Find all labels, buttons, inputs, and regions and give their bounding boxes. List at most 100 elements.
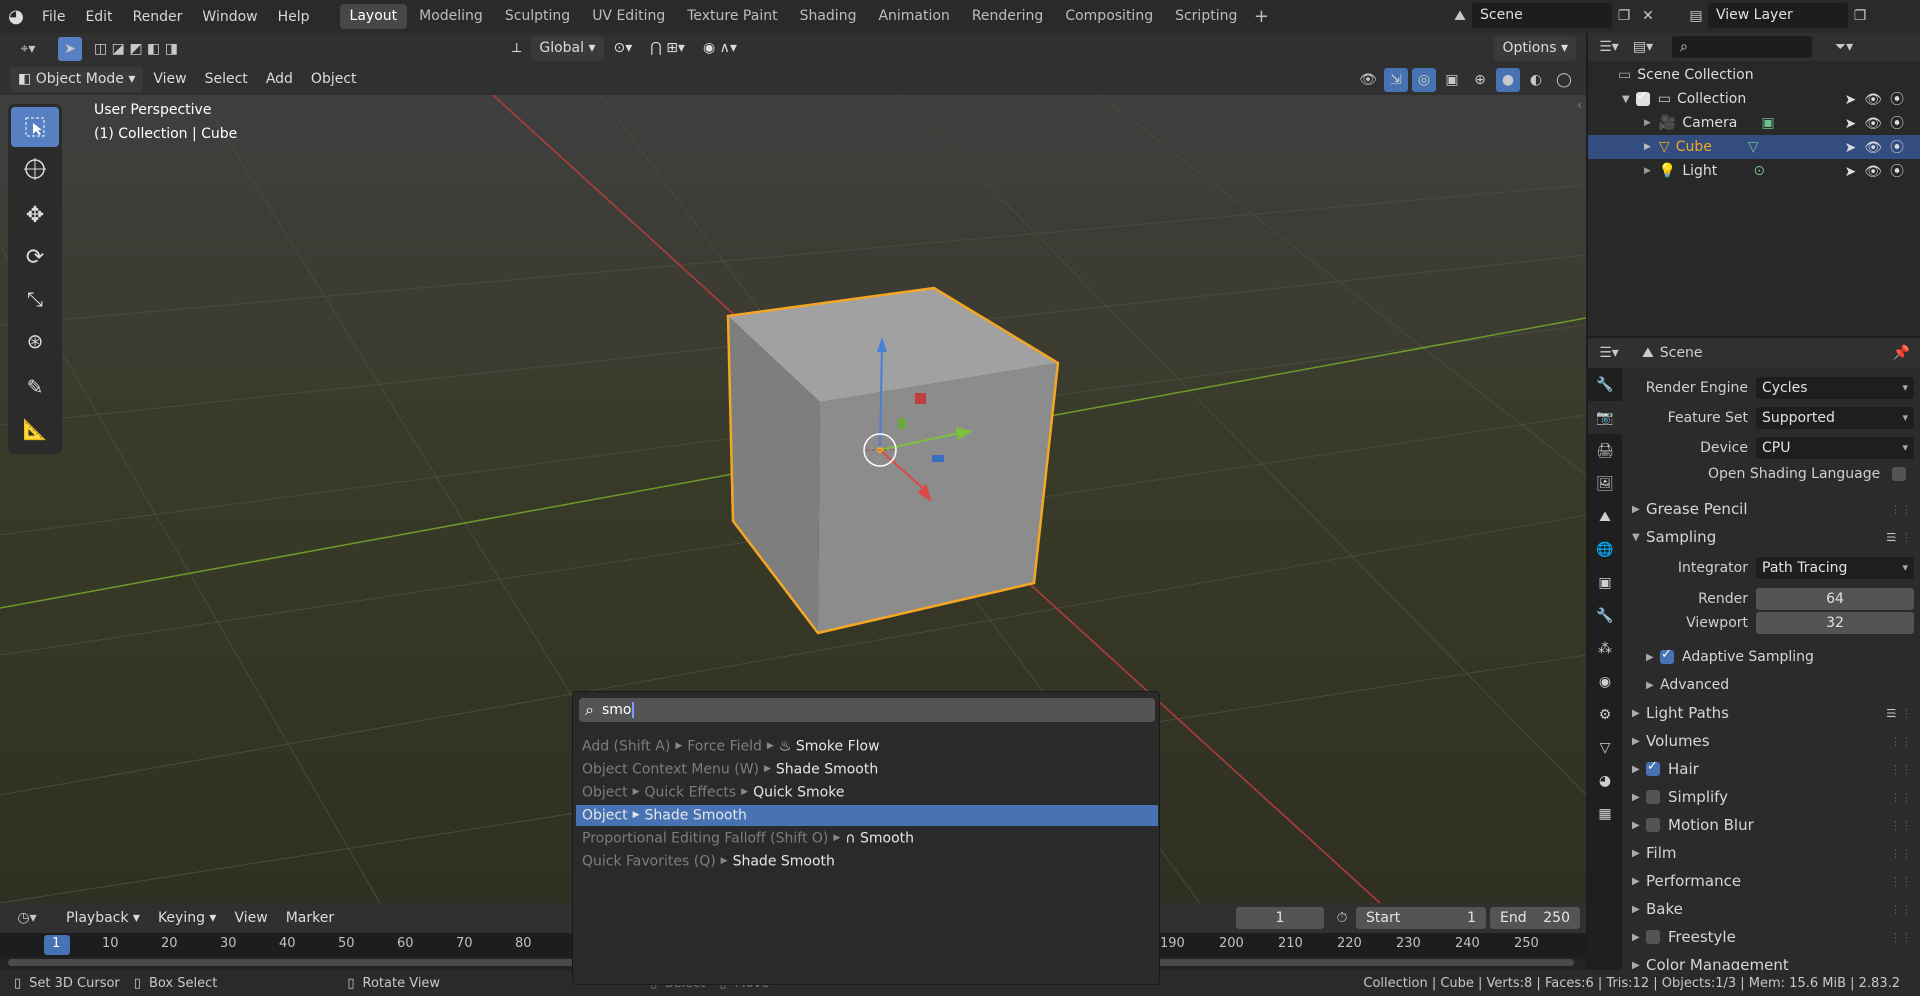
current-frame-field[interactable]: 1 [1236,907,1324,929]
menu-edit[interactable]: Edit [75,4,122,30]
volumes-section[interactable]: ▶ Volumes ⋮⋮ [1624,728,1920,754]
menu-view[interactable]: View [145,67,194,92]
add-workspace-icon[interactable]: + [1249,6,1273,27]
tab-compositing[interactable]: Compositing [1055,4,1163,29]
view-layer-tab-icon[interactable]: 🖼 [1588,467,1622,500]
drag-grip-icon[interactable]: ⋮⋮ [1890,763,1912,776]
tab-layout[interactable]: Layout [339,4,408,29]
search-result[interactable]: Object Context Menu (W) ▶ Shade Smooth [576,759,1158,780]
constraints-tab-icon[interactable]: ⚙ [1588,698,1622,731]
data-tab-icon[interactable]: ▽ [1588,731,1622,764]
motion-blur-section[interactable]: ▶ Motion Blur ⋮⋮ [1624,812,1920,838]
menu-keying[interactable]: Keying ▾ [150,906,225,931]
sampling-section[interactable]: ▼ Sampling ☰ ⋮⋮ [1624,524,1920,550]
cube-restrict-icons[interactable]: ➤👁⦿ [1844,137,1912,157]
hair-section[interactable]: ▶ Hair ⋮⋮ [1624,756,1920,782]
visibility-icon[interactable]: 👁 [1356,68,1380,92]
scale-tool-icon[interactable]: ⤡ [11,279,59,319]
end-frame-field[interactable]: End 250 [1490,907,1580,929]
options-dropdown[interactable]: Options ▾ [1494,36,1576,61]
drag-grip-icon[interactable]: ⋮⋮ [1890,707,1912,720]
drag-grip-icon[interactable]: ⋮⋮ [1890,531,1912,544]
render-tab-icon[interactable]: 📷 [1588,401,1622,434]
blender-logo-icon[interactable]: ◕ [0,0,32,33]
search-result[interactable]: Proportional Editing Falloff (Shift O) ▶ ∩… [576,828,1158,849]
transform-orientation-select[interactable]: Global ▾ [531,36,604,61]
timeline-editor-type-icon[interactable]: ◷▾ [10,906,44,930]
gizmo-icon[interactable]: ⇲ [1384,67,1408,92]
camera-data-icon[interactable]: ▣ [1761,115,1774,131]
measure-tool-icon[interactable]: 📐 [11,409,59,449]
color-management-section[interactable]: ▶ Color Management [1624,952,1920,970]
tab-sculpting[interactable]: Sculpting [495,4,580,29]
collection-restrict-icons[interactable]: ➤👁⦿ [1844,89,1912,109]
search-result[interactable]: Quick Favorites (Q) ▶ Shade Smooth [576,851,1158,872]
pin-icon[interactable]: 📌 [1893,345,1910,361]
drag-grip-icon[interactable]: ⋮⋮ [1890,931,1912,944]
outliner-item-camera[interactable]: ▶ 🎥 Camera ▣ ➤👁⦿ [1588,111,1920,135]
drag-grip-icon[interactable]: ⋮⋮ [1890,875,1912,888]
drag-grip-icon[interactable]: ⋮⋮ [1890,819,1912,832]
mode-select[interactable]: ◧ Object Mode ▾ [10,67,144,92]
menu-timeline-view[interactable]: View [226,906,275,931]
search-input[interactable]: ⌕ smo [579,698,1155,722]
tab-shading[interactable]: Shading [790,4,867,29]
menu-render[interactable]: Render [123,4,193,30]
mesh-data-icon[interactable]: ▽ [1748,139,1759,155]
proportional-edit-icon[interactable]: ◉ ∧▾ [695,36,745,61]
osl-checkbox[interactable] [1892,467,1906,481]
camera-restrict-icons[interactable]: ➤👁⦿ [1844,113,1912,133]
output-tab-icon[interactable]: 🖨 [1588,434,1622,467]
render-samples-field[interactable]: 64 [1756,588,1914,610]
transform-tool-icon[interactable]: ⊛ [11,321,59,361]
expand-icon[interactable]: ▶ [1644,142,1651,152]
rotate-tool-icon[interactable]: ⟳ [11,237,59,277]
performance-section[interactable]: ▶ Performance ⋮⋮ [1624,868,1920,894]
bake-section[interactable]: ▶ Bake ⋮⋮ [1624,896,1920,922]
menu-object[interactable]: Object [303,67,365,92]
tab-modeling[interactable]: Modeling [409,4,493,29]
search-result-highlighted[interactable]: Object ▶ Shade Smooth [576,805,1158,826]
menu-playback[interactable]: Playback ▾ [58,906,148,931]
world-tab-icon[interactable]: 🌐 [1588,533,1622,566]
xray-icon[interactable]: ▣ [1440,68,1464,92]
tab-texture-paint[interactable]: Texture Paint [677,4,787,29]
drag-grip-icon[interactable]: ⋮⋮ [1890,903,1912,916]
device-select[interactable]: CPU ▾ [1756,437,1914,459]
outliner-search-input[interactable]: ⌕ [1672,36,1812,58]
freestyle-section[interactable]: ▶ Freestyle ⋮⋮ [1624,924,1920,950]
viewport-samples-field[interactable]: 32 [1756,612,1914,634]
filter-icon[interactable]: ⏷▾ [1832,35,1856,59]
motion-blur-checkbox[interactable] [1646,818,1660,832]
display-mode-icon[interactable]: ▤▾ [1626,35,1660,59]
collection-row[interactable]: ▼ ▭ Collection ➤👁⦿ [1588,87,1920,111]
particles-tab-icon[interactable]: ⁂ [1588,632,1622,665]
outliner-item-light[interactable]: ▶ 💡 Light ⊙ ➤👁⦿ [1588,159,1920,183]
wireframe-shading-icon[interactable]: ⊕ [1468,68,1492,92]
hair-checkbox[interactable] [1646,759,1660,776]
rendered-shading-icon[interactable]: ◯ [1552,68,1576,92]
adaptive-sampling-section[interactable]: ▶ Adaptive Sampling [1624,644,1920,670]
simplify-section[interactable]: ▶ Simplify ⋮⋮ [1624,784,1920,810]
cursor-tool-icon[interactable] [11,149,59,189]
grease-pencil-section[interactable]: ▶ Grease Pencil ⋮⋮ [1624,496,1920,522]
light-paths-section[interactable]: ▶ Light Paths ☰ ⋮⋮ [1624,700,1920,726]
properties-editor-type-icon[interactable]: ☰▾ [1592,341,1626,365]
modifier-tab-icon[interactable]: 🔧 [1588,599,1622,632]
simplify-checkbox[interactable] [1646,790,1660,804]
menu-marker[interactable]: Marker [278,906,342,931]
start-frame-field[interactable]: Start 1 [1356,907,1486,929]
pivot-icon[interactable]: ⊙▾ [606,36,641,61]
menu-add[interactable]: Add [258,67,301,92]
render-engine-select[interactable]: Cycles ▾ [1756,377,1914,399]
advanced-section[interactable]: ▶ Advanced [1624,672,1920,698]
drag-grip-icon[interactable]: ⋮⋮ [1890,791,1912,804]
drag-grip-icon[interactable]: ⋮⋮ [1890,503,1912,516]
annotate-tool-icon[interactable]: ✎ [11,367,59,407]
tab-uv-editing[interactable]: UV Editing [582,4,675,29]
adaptive-sampling-checkbox[interactable] [1660,647,1674,664]
outliner-item-cube[interactable]: ▶ ▽ Cube ▽ ➤👁⦿ [1588,135,1920,159]
move-tool-icon[interactable]: ✥ [11,195,59,235]
menu-window[interactable]: Window [192,4,267,30]
menu-select[interactable]: Select [197,67,256,92]
